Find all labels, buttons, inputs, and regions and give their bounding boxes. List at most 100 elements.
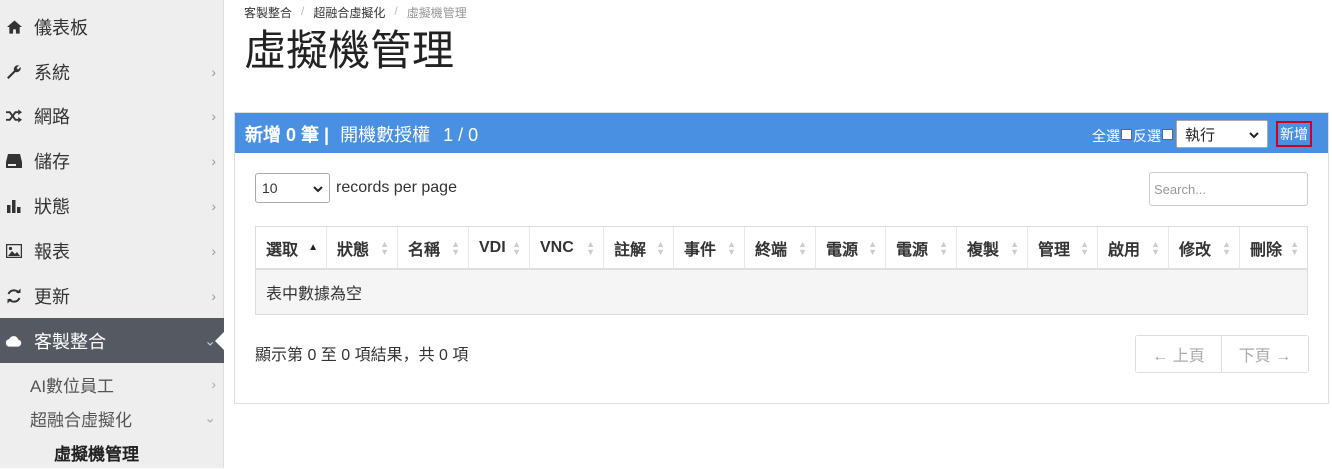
table-info: 顯示第 0 至 0 項結果，共 0 項 bbox=[255, 347, 469, 364]
sort-icon: ▲ ▼ bbox=[727, 239, 736, 257]
action-select[interactable]: 執行 bbox=[1176, 120, 1268, 148]
license-label: 開機數授權 bbox=[340, 125, 431, 145]
sidebar-subitem-vm-management[interactable]: 虛擬機管理 bbox=[0, 435, 224, 469]
sort-icon: ▲ ▼ bbox=[1080, 239, 1089, 257]
breadcrumb-separator: / bbox=[301, 4, 305, 18]
column-header-name[interactable]: 名稱 ▲ ▼ bbox=[397, 227, 468, 269]
column-header-power-2[interactable]: 電源 ▲ ▼ bbox=[885, 227, 956, 269]
chevron-right-icon: › bbox=[211, 376, 216, 392]
breadcrumb-item[interactable]: 超融合虛擬化 bbox=[313, 4, 385, 21]
sidebar-item-dashboard[interactable]: 儀表板 bbox=[0, 4, 224, 49]
sidebar-subitem-label: 虛擬機管理 bbox=[54, 444, 139, 464]
sidebar-item-storage[interactable]: 儲存 › bbox=[0, 138, 224, 183]
sidebar-item-network[interactable]: 網路 › bbox=[0, 93, 224, 138]
breadcrumb: 客製整合 / 超融合虛擬化 / 虛擬機管理 bbox=[244, 4, 467, 21]
sort-icon: ▲ ▼ bbox=[380, 239, 389, 257]
sort-icon: ▲ ▼ bbox=[1222, 239, 1231, 257]
select-all-label: 全選 bbox=[1092, 128, 1120, 144]
sort-icon: ▲ ▼ bbox=[798, 239, 807, 257]
sidebar-item-reports[interactable]: 報表 › bbox=[0, 228, 224, 273]
sort-icon: ▲ ▼ bbox=[1010, 239, 1019, 257]
search-input[interactable]: Search... bbox=[1149, 172, 1308, 206]
breadcrumb-current: 虛擬機管理 bbox=[406, 6, 467, 20]
sidebar-subitem-label: 超融合虛擬化 bbox=[30, 410, 132, 430]
column-label: 狀態 bbox=[337, 242, 370, 259]
column-header-manage[interactable]: 管理 ▲ ▼ bbox=[1027, 227, 1097, 269]
sort-asc-icon: ▲ bbox=[308, 242, 318, 253]
active-indicator bbox=[215, 330, 225, 351]
empty-table-message: 表中數據為空 bbox=[266, 286, 363, 303]
panel-title: 新增 0 筆 | 開機數授權 1 / 0 bbox=[245, 121, 478, 147]
sidebar-item-label: 狀態 bbox=[34, 196, 70, 217]
invert-selection-checkbox[interactable] bbox=[1162, 128, 1173, 140]
column-label: 複製 bbox=[967, 242, 1000, 259]
sort-icon: ▲ ▼ bbox=[512, 239, 521, 257]
column-header-delete[interactable]: 刪除 ▲ ▼ bbox=[1239, 227, 1308, 269]
table-empty-row: 表中數據為空 bbox=[255, 270, 1308, 315]
sidebar-subitem-label: AI數位員工 bbox=[30, 376, 115, 396]
column-label: 修改 bbox=[1179, 242, 1212, 259]
column-label: 刪除 bbox=[1250, 242, 1283, 259]
chevron-right-icon: › bbox=[211, 152, 216, 169]
action-select-value: 執行 bbox=[1185, 126, 1216, 144]
records-per-page-label: records per page bbox=[336, 179, 457, 196]
sidebar-item-label: 更新 bbox=[34, 286, 70, 307]
prev-page-button[interactable]: ← 上頁 bbox=[1136, 336, 1222, 372]
pagination: ← 上頁 下頁 → bbox=[1135, 335, 1309, 373]
panel-header: 新增 0 筆 | 開機數授權 1 / 0 全選 反選 執行 新增 bbox=[235, 113, 1328, 153]
column-header-event[interactable]: 事件 ▲ ▼ bbox=[673, 227, 744, 269]
wrench-icon bbox=[6, 64, 22, 80]
license-count: 1 / 0 bbox=[443, 125, 479, 145]
sidebar-item-label: 儀表板 bbox=[34, 17, 88, 38]
column-label: VNC bbox=[540, 239, 574, 256]
add-count-label: 新增 0 筆 | bbox=[245, 125, 330, 145]
sort-icon: ▲ ▼ bbox=[868, 239, 877, 257]
sidebar-item-status[interactable]: 狀態 › bbox=[0, 183, 224, 228]
column-label: 註解 bbox=[614, 242, 647, 259]
sidebar-item-custom-integration[interactable]: 客製整合 ⌄ bbox=[0, 318, 225, 363]
sort-icon: ▲ ▼ bbox=[656, 239, 665, 257]
records-per-page-value: 10 bbox=[262, 180, 278, 196]
vm-panel: 新增 0 筆 | 開機數授權 1 / 0 全選 反選 執行 新增 10 reco… bbox=[234, 112, 1329, 404]
sidebar-subitem-hci-virtualization[interactable]: 超融合虛擬化 ⌄ bbox=[0, 401, 224, 435]
sidebar-item-label: 系統 bbox=[34, 62, 70, 83]
sidebar-subitem-ai-digital-staff[interactable]: AI數位員工 › bbox=[0, 367, 224, 401]
sidebar-item-system[interactable]: 系統 › bbox=[0, 49, 224, 94]
add-button[interactable]: 新增 bbox=[1276, 121, 1312, 147]
sidebar-item-label: 報表 bbox=[34, 241, 70, 262]
breadcrumb-item[interactable]: 客製整合 bbox=[244, 4, 292, 21]
column-header-select[interactable]: 選取 ▲ bbox=[255, 227, 326, 269]
invert-selection-label: 反選 bbox=[1133, 128, 1161, 144]
column-label: 管理 bbox=[1038, 242, 1071, 259]
sidebar: 儀表板 系統 › 網路 › 儲存 › 狀態 › 報表 › 更新 › 客製整合 ⌄… bbox=[0, 0, 225, 469]
sort-icon: ▲ ▼ bbox=[586, 239, 595, 257]
column-header-status[interactable]: 狀態 ▲ ▼ bbox=[326, 227, 397, 269]
records-per-page-select[interactable]: 10 bbox=[255, 173, 330, 203]
column-header-vdi[interactable]: VDI ▲ ▼ bbox=[468, 227, 529, 269]
column-label: 名稱 bbox=[408, 242, 441, 259]
search-placeholder: Search... bbox=[1154, 181, 1207, 197]
shuffle-icon bbox=[6, 108, 22, 124]
sidebar-item-label: 儲存 bbox=[34, 151, 70, 172]
image-icon bbox=[6, 243, 22, 259]
page-title: 虛擬機管理 bbox=[244, 27, 455, 74]
chevron-down-icon bbox=[313, 180, 323, 196]
sort-icon: ▲ ▼ bbox=[451, 239, 460, 257]
chevron-right-icon: › bbox=[211, 287, 216, 304]
sort-icon: ▲ ▼ bbox=[1290, 239, 1299, 257]
chevron-right-icon: › bbox=[211, 197, 216, 214]
sidebar-item-label: 網路 bbox=[34, 106, 70, 127]
column-header-clone[interactable]: 複製 ▲ ▼ bbox=[956, 227, 1027, 269]
column-label: 終端 bbox=[755, 242, 788, 259]
column-header-terminal[interactable]: 終端 ▲ ▼ bbox=[744, 227, 815, 269]
column-header-vnc[interactable]: VNC ▲ ▼ bbox=[529, 227, 603, 269]
select-all-checkbox[interactable] bbox=[1121, 128, 1132, 140]
column-header-note[interactable]: 註解 ▲ ▼ bbox=[603, 227, 673, 269]
sort-icon: ▲ ▼ bbox=[1151, 239, 1160, 257]
column-header-power-1[interactable]: 電源 ▲ ▼ bbox=[815, 227, 885, 269]
column-header-edit[interactable]: 修改 ▲ ▼ bbox=[1168, 227, 1239, 269]
sidebar-item-update[interactable]: 更新 › bbox=[0, 273, 224, 318]
next-page-button[interactable]: 下頁 → bbox=[1222, 336, 1308, 372]
column-header-enable[interactable]: 啟用 ▲ ▼ bbox=[1097, 227, 1168, 269]
breadcrumb-separator: / bbox=[394, 4, 398, 18]
